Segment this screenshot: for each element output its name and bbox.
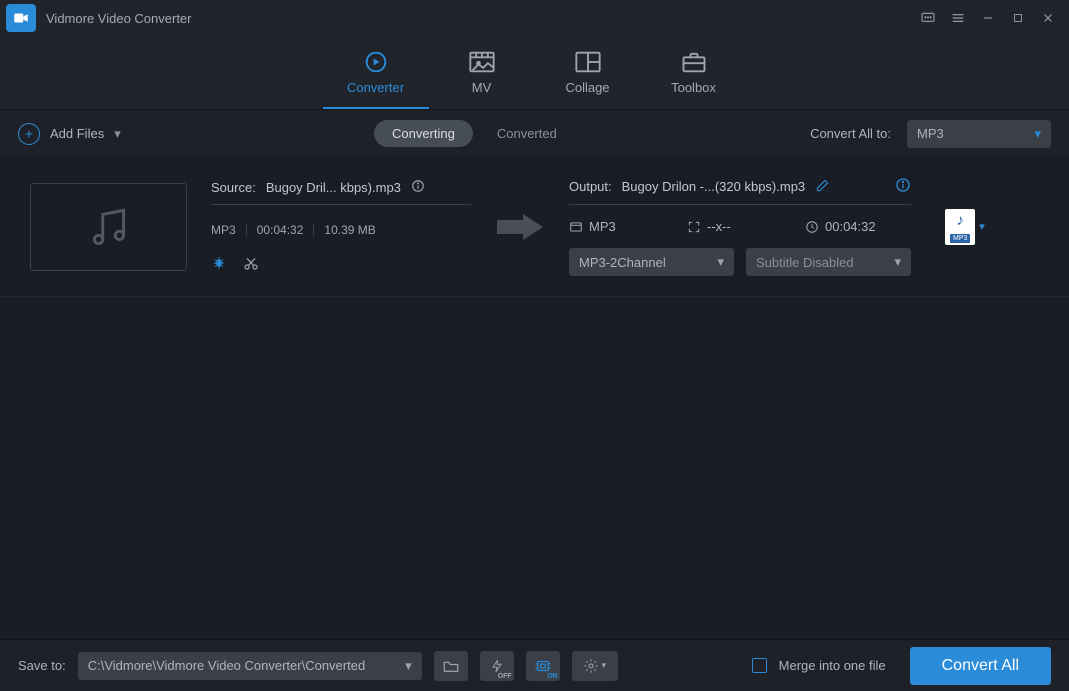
- toolbox-icon: [680, 50, 708, 74]
- converter-icon: [362, 50, 390, 74]
- edit-icon[interactable]: [815, 178, 830, 196]
- convert-all-to-label: Convert All to:: [810, 126, 891, 141]
- chevron-down-icon: ▾: [405, 658, 412, 674]
- chevron-down-icon: ▾: [601, 660, 606, 671]
- chevron-down-icon: ▾: [894, 254, 901, 270]
- save-path-value: C:\Vidmore\Vidmore Video Converter\Conve…: [88, 658, 365, 673]
- source-format: MP3: [211, 223, 236, 237]
- add-files-label: Add Files: [50, 126, 104, 141]
- gpu-accel-button[interactable]: ON: [526, 651, 560, 681]
- merge-label: Merge into one file: [779, 658, 886, 673]
- dropdown-value: Subtitle Disabled: [756, 255, 854, 270]
- plus-icon: [18, 123, 40, 145]
- tab-converted[interactable]: Converted: [497, 126, 557, 141]
- app-logo: [6, 4, 36, 32]
- save-to-label: Save to:: [18, 658, 66, 673]
- nav-mv[interactable]: MV: [429, 36, 535, 109]
- clock-icon: [805, 220, 819, 234]
- source-prefix: Source:: [211, 180, 256, 195]
- nav-label: MV: [472, 80, 492, 95]
- nav-label: Converter: [347, 80, 404, 95]
- output-format: MP3: [589, 219, 616, 234]
- flash-convert-button[interactable]: OFF: [480, 651, 514, 681]
- nav-collage[interactable]: Collage: [535, 36, 641, 109]
- info-icon[interactable]: [411, 179, 425, 196]
- close-button[interactable]: [1033, 3, 1063, 33]
- chevron-down-icon: ▾: [979, 220, 985, 233]
- maximize-button[interactable]: [1003, 3, 1033, 33]
- source-duration: 00:04:32: [257, 223, 304, 237]
- gpu-state-label: ON: [547, 673, 558, 680]
- source-column: Source: Bugoy Dril... kbps).mp3 MP3 00:0…: [211, 179, 471, 274]
- chevron-down-icon[interactable]: ▾: [114, 126, 121, 142]
- arrow-icon: [495, 212, 545, 242]
- file-item[interactable]: Source: Bugoy Dril... kbps).mp3 MP3 00:0…: [0, 157, 1069, 297]
- source-size: 10.39 MB: [324, 223, 375, 237]
- music-icon: [84, 202, 134, 252]
- file-list: Source: Bugoy Dril... kbps).mp3 MP3 00:0…: [0, 157, 1069, 297]
- nav-label: Collage: [565, 80, 609, 95]
- merge-checkbox[interactable]: [752, 658, 767, 673]
- dropdown-value: MP3: [917, 126, 944, 141]
- format-badge: MP3: [950, 234, 970, 243]
- minimize-button[interactable]: [973, 3, 1003, 33]
- format-file-icon: MP3: [945, 209, 975, 245]
- open-folder-button[interactable]: [434, 651, 468, 681]
- nav-converter[interactable]: Converter: [323, 36, 429, 109]
- output-info-icon[interactable]: [895, 177, 911, 196]
- audio-track-dropdown[interactable]: MP3-2Channel ▾: [569, 248, 734, 276]
- mv-icon: [468, 50, 496, 74]
- menu-icon[interactable]: [943, 3, 973, 33]
- convert-all-label: Convert All: [942, 657, 1019, 675]
- flash-state-label: OFF: [498, 673, 512, 680]
- resolution-icon: [687, 220, 701, 234]
- dropdown-value: MP3-2Channel: [579, 255, 666, 270]
- bottom-bar: Save to: C:\Vidmore\Vidmore Video Conver…: [0, 639, 1069, 691]
- cut-icon[interactable]: [243, 255, 259, 274]
- file-thumbnail[interactable]: [30, 183, 187, 271]
- settings-button[interactable]: ▾: [572, 651, 618, 681]
- app-title: Vidmore Video Converter: [46, 11, 192, 26]
- main-nav: Converter MV Collage Toolbox: [0, 36, 1069, 110]
- output-format-selector[interactable]: MP3 ▾: [935, 209, 995, 245]
- chevron-down-icon: ▾: [1034, 126, 1041, 142]
- output-column: Output: Bugoy Drilon -...(320 kbps).mp3 …: [569, 177, 911, 276]
- output-duration: 00:04:32: [825, 219, 876, 234]
- source-filename: Bugoy Dril... kbps).mp3: [266, 180, 401, 195]
- collage-icon: [574, 50, 602, 74]
- convert-all-to-dropdown[interactable]: MP3 ▾: [907, 120, 1051, 148]
- chevron-down-icon: ▾: [717, 254, 724, 270]
- output-filename: Bugoy Drilon -...(320 kbps).mp3: [622, 179, 806, 194]
- nav-toolbox[interactable]: Toolbox: [641, 36, 747, 109]
- convert-all-button[interactable]: Convert All: [910, 647, 1051, 685]
- save-path-dropdown[interactable]: C:\Vidmore\Vidmore Video Converter\Conve…: [78, 652, 422, 680]
- effects-icon[interactable]: [211, 255, 227, 274]
- output-prefix: Output:: [569, 179, 612, 194]
- sub-toolbar: Add Files ▾ Converting Converted Convert…: [0, 110, 1069, 157]
- nav-label: Toolbox: [671, 80, 716, 95]
- tab-converting[interactable]: Converting: [374, 120, 473, 147]
- subtitle-dropdown[interactable]: Subtitle Disabled ▾: [746, 248, 911, 276]
- titlebar: Vidmore Video Converter: [0, 0, 1069, 36]
- video-icon: [569, 220, 583, 234]
- feedback-icon[interactable]: [913, 3, 943, 33]
- add-files-button[interactable]: Add Files ▾: [18, 123, 121, 145]
- output-resolution: --x--: [707, 219, 731, 234]
